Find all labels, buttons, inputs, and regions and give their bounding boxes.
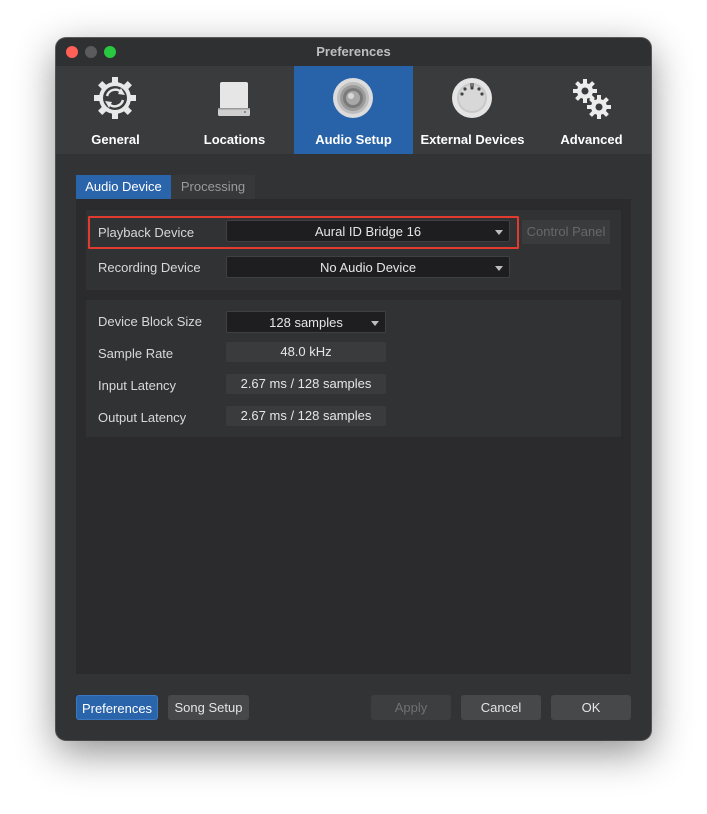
block-size-dropdown[interactable]: 128 samples bbox=[226, 311, 386, 333]
output-latency-label: Output Latency bbox=[98, 410, 187, 425]
toolbar-item-label: Advanced bbox=[560, 132, 623, 147]
recording-device-value: No Audio Device bbox=[319, 260, 417, 275]
sample-rate-value: 48.0 kHz bbox=[226, 342, 386, 362]
toolbar-item-label: External Devices bbox=[420, 132, 525, 147]
control-panel-button[interactable]: Control Panel bbox=[522, 220, 610, 244]
block-size-value: 128 samples bbox=[269, 315, 343, 330]
playback-device-dropdown[interactable]: Aural ID Bridge 16 bbox=[226, 220, 510, 242]
playback-device-label: Playback Device bbox=[98, 225, 195, 240]
input-latency-label: Input Latency bbox=[98, 378, 177, 393]
tab-processing[interactable]: Processing bbox=[171, 175, 255, 199]
drive-icon bbox=[218, 82, 250, 116]
toolbar-item-general[interactable]: General bbox=[56, 66, 175, 154]
cancel-button[interactable]: Cancel bbox=[461, 695, 541, 720]
toolbar-item-external-devices[interactable]: External Devices bbox=[413, 66, 532, 154]
toolbar-item-advanced[interactable]: Advanced bbox=[532, 66, 651, 154]
preferences-button[interactable]: Preferences bbox=[76, 695, 158, 720]
window-title: Preferences bbox=[316, 44, 391, 59]
speaker-icon bbox=[333, 78, 373, 118]
preferences-toolbar: General Locations Audio Setup External D… bbox=[56, 66, 651, 154]
close-window-button[interactable] bbox=[66, 46, 78, 58]
playback-device-value: Aural ID Bridge 16 bbox=[314, 224, 422, 239]
output-latency-value: 2.67 ms / 128 samples bbox=[226, 406, 386, 426]
title-bar: Preferences bbox=[56, 38, 651, 66]
sample-rate-label: Sample Rate bbox=[98, 346, 174, 361]
toolbar-item-audio-setup[interactable]: Audio Setup bbox=[294, 66, 413, 154]
toolbar-item-label: Audio Setup bbox=[315, 132, 392, 147]
toolbar-item-locations[interactable]: Locations bbox=[175, 66, 294, 154]
recording-device-label: Recording Device bbox=[98, 260, 201, 275]
recording-device-dropdown[interactable]: No Audio Device bbox=[226, 256, 510, 278]
toolbar-item-label: General bbox=[91, 132, 140, 147]
midi-connector-icon bbox=[452, 78, 492, 118]
input-latency-value: 2.67 ms / 128 samples bbox=[226, 374, 386, 394]
song-setup-button[interactable]: Song Setup bbox=[168, 695, 249, 720]
gears-icon bbox=[573, 79, 611, 119]
toolbar-item-label: Locations bbox=[203, 132, 266, 147]
preferences-window: Preferences General Locations Audio Setu… bbox=[56, 38, 651, 740]
block-size-label: Device Block Size bbox=[98, 314, 203, 329]
apply-button[interactable]: Apply bbox=[371, 695, 451, 720]
gear-sync-icon bbox=[94, 77, 136, 119]
minimize-window-button[interactable] bbox=[85, 46, 97, 58]
chevron-down-icon bbox=[495, 266, 503, 271]
tab-audio-device[interactable]: Audio Device bbox=[76, 175, 171, 199]
chevron-down-icon bbox=[495, 230, 503, 235]
ok-button[interactable]: OK bbox=[551, 695, 631, 720]
zoom-window-button[interactable] bbox=[104, 46, 116, 58]
chevron-down-icon bbox=[371, 321, 379, 326]
